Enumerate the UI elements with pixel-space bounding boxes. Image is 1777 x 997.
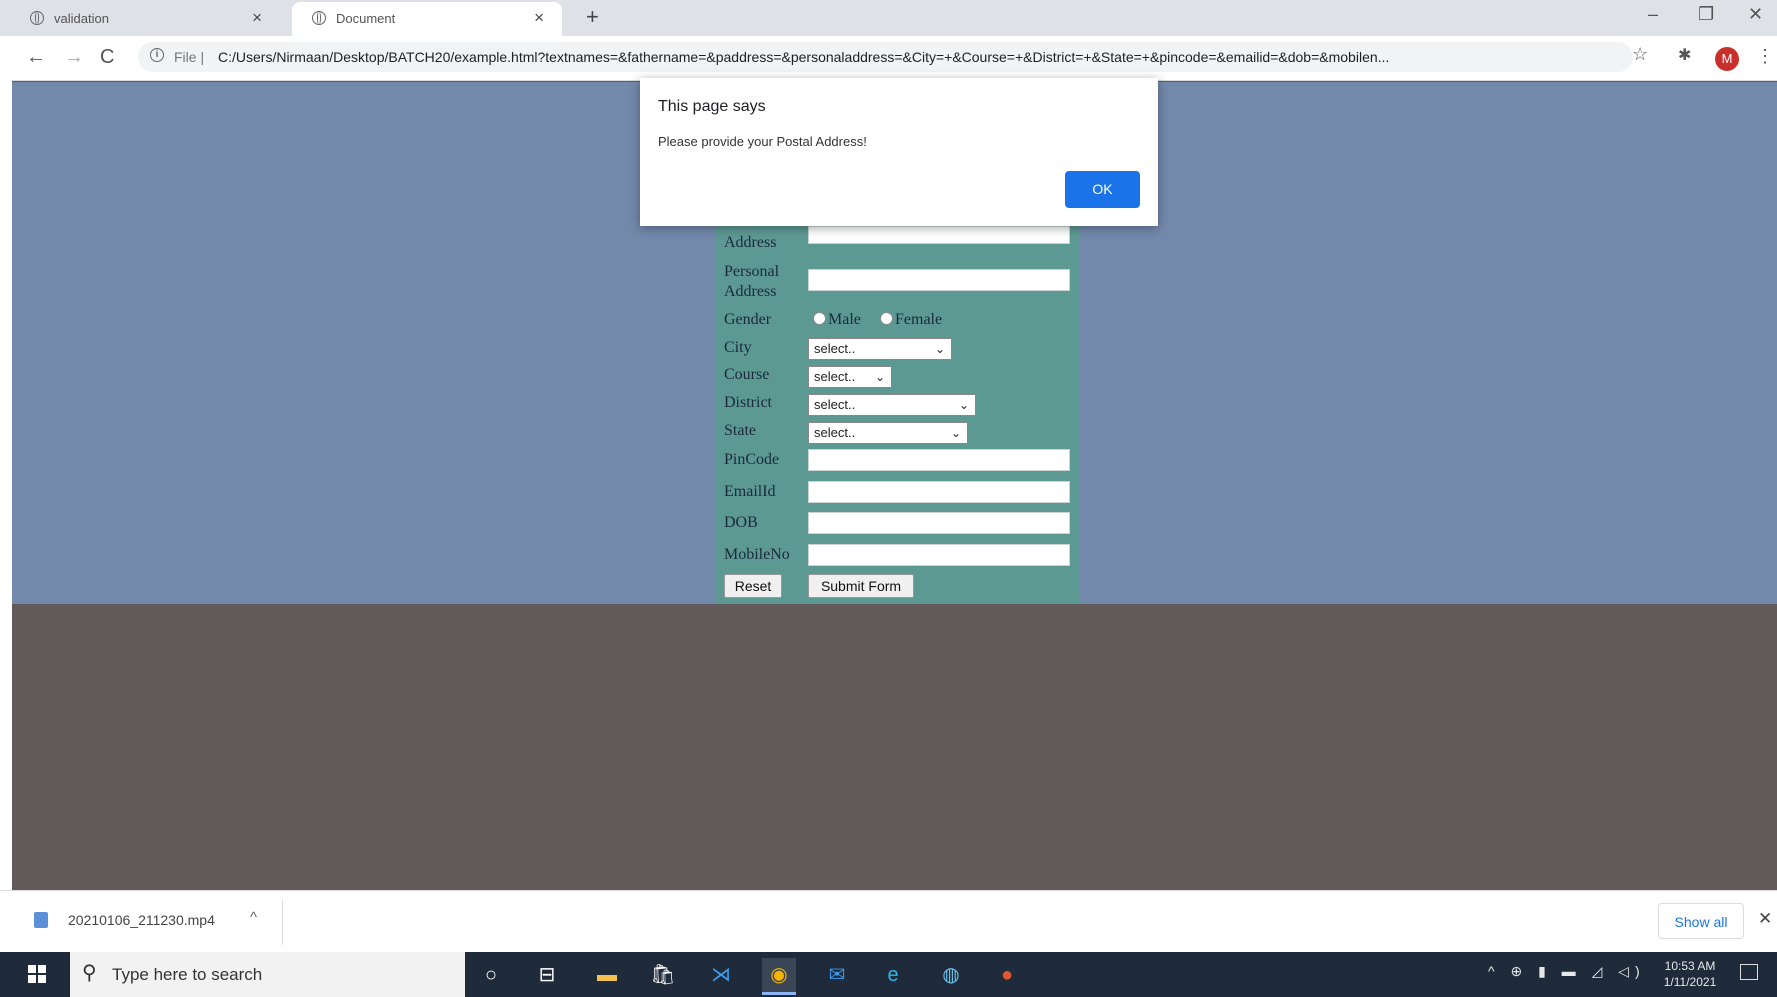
url-text[interactable]: C:/Users/Nirmaan/Desktop/BATCH20/example… [218,49,1548,65]
mobile-label: MobileNo [724,546,790,563]
forward-button[interactable]: → [64,46,84,69]
profile-avatar[interactable]: M [1715,47,1739,71]
state-select-value: select.. [814,425,856,440]
search-placeholder: Type here to search [112,965,263,984]
page-left-edge [0,80,12,890]
course-select-value: select.. [814,369,856,384]
windows-start-icon[interactable] [28,965,46,983]
extensions-icon[interactable]: ✱ [1678,45,1691,65]
globe-icon [30,11,44,25]
browser-icon[interactable]: ◍ [934,958,968,992]
course-label: Course [724,366,770,383]
mail-icon[interactable]: ✉ [820,958,854,992]
system-tray-icons[interactable]: ^ ⊕ ▮ ▬ ◿ ◁) [1488,963,1646,980]
dialog-message: Please provide your Postal Address! [658,134,867,149]
clock-time: 10:53 AM [1664,959,1716,973]
video-file-icon [34,912,48,928]
district-select-value: select.. [814,397,856,412]
info-icon[interactable]: i [150,48,164,62]
powerpoint-icon[interactable]: ● [990,958,1024,992]
tab-strip: validation × Document × + – ❐ ✕ [0,0,1777,36]
email-label: EmailId [724,483,776,500]
tab-title: validation [54,11,109,26]
windows-taskbar: ⚲ Type here to search ○ ⊟ ▬ 🛍 ⋊ ◉ ✉ e ◍ … [0,952,1777,997]
download-bar: 20210106_211230.mp4 ^ Show all ✕ [0,890,1777,953]
browser-toolbar: ← → C i File | C:/Users/Nirmaan/Desktop/… [0,36,1777,81]
address-bar[interactable]: i File | C:/Users/Nirmaan/Desktop/BATCH2… [138,42,1633,72]
tab-validation[interactable]: validation × [10,2,280,36]
dob-input[interactable] [808,512,1070,534]
chrome-icon[interactable]: ◉ [762,958,796,995]
taskbar-clock[interactable]: 10:53 AM 1/11/2021 [1655,958,1725,990]
email-input[interactable] [808,481,1070,503]
cortana-icon[interactable]: ○ [474,958,508,992]
store-icon[interactable]: 🛍 [646,958,680,992]
gender-male-label: Male [828,311,861,328]
district-label: District [724,394,772,411]
show-all-button[interactable]: Show all [1658,903,1744,939]
state-label: State [724,422,756,439]
file-explorer-icon[interactable]: ▬ [590,958,624,992]
ok-button[interactable]: OK [1065,171,1140,208]
window-close-button[interactable]: ✕ [1748,4,1763,25]
personal-address-input[interactable] [808,269,1070,291]
reset-button[interactable]: Reset [724,574,782,598]
dialog-title: This page says [658,98,766,115]
bookmark-star-icon[interactable]: ☆ [1632,44,1648,65]
dob-label: DOB [724,514,758,531]
city-select[interactable]: select.. ⌄ [808,338,952,360]
menu-dots-icon[interactable]: ⋮ [1756,46,1774,67]
new-tab-button[interactable]: + [586,4,599,30]
chevron-down-icon: ⌄ [958,398,969,412]
chevron-down-icon: ⌄ [934,342,945,356]
district-select[interactable]: select.. ⌄ [808,394,976,416]
close-download-bar-icon[interactable]: ✕ [1758,909,1772,929]
edge-icon[interactable]: e [876,958,910,992]
mobile-input[interactable] [808,544,1070,566]
page-lower-area [12,604,1777,890]
minimize-button[interactable]: – [1648,4,1658,25]
chevron-up-icon[interactable]: ^ [250,909,257,926]
gender-female-label: Female [895,311,943,328]
gender-female-radio[interactable] [880,312,893,325]
divider [282,899,283,945]
chevron-down-icon: ⌄ [874,370,885,384]
restore-button[interactable]: ❐ [1698,4,1714,25]
pincode-label: PinCode [724,451,780,468]
tab-title: Document [336,11,396,26]
state-select[interactable]: select.. ⌄ [808,422,968,444]
search-icon: ⚲ [82,962,97,984]
gender-male-radio[interactable] [813,312,826,325]
pincode-input[interactable] [808,449,1070,471]
taskbar-search-box[interactable]: ⚲ Type here to search [70,952,465,997]
postal-address-input[interactable] [808,226,1070,244]
back-button[interactable]: ← [26,46,46,69]
task-view-icon[interactable]: ⊟ [530,958,564,992]
globe-icon [312,11,326,25]
tab-close-icon[interactable]: × [534,8,544,28]
personal-address-label: Personal Address [724,263,780,300]
city-label: City [724,339,752,356]
url-scheme: File | [174,49,205,65]
reload-button[interactable]: C [100,46,114,69]
address-label: Address [724,234,777,251]
clock-date: 1/11/2021 [1663,975,1717,989]
chevron-down-icon: ⌄ [950,426,961,440]
alert-dialog: This page says Please provide your Posta… [640,78,1158,226]
gender-label: Gender [724,311,772,328]
course-select[interactable]: select.. ⌄ [808,366,892,388]
notification-icon[interactable] [1740,964,1758,980]
submit-form-button[interactable]: Submit Form [808,574,914,598]
tab-document[interactable]: Document × [292,2,562,36]
download-file-name[interactable]: 20210106_211230.mp4 [68,912,215,928]
city-select-value: select.. [814,341,856,356]
vscode-icon[interactable]: ⋊ [704,958,738,992]
tab-close-icon[interactable]: × [252,8,262,28]
